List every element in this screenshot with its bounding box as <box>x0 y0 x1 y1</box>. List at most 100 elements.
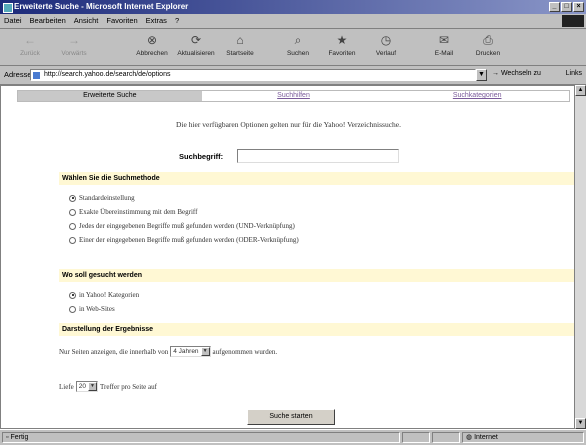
count-prefix: Liefe <box>59 382 74 391</box>
search-input[interactable] <box>237 149 399 163</box>
age-select[interactable]: 4 Jahren ▼ <box>170 346 211 357</box>
radio-option[interactable]: in Yahoo! Kategorien <box>69 291 139 299</box>
intro-text: Die hier verfügbaren Optionen gelten nur… <box>176 120 401 129</box>
menu-item[interactable]: Extras <box>146 16 167 25</box>
toolbar-button[interactable]: ◷ Verlauf <box>364 31 408 63</box>
radio-button[interactable] <box>69 291 76 299</box>
window-title: Erweiterte Suche - Microsoft Internet Ex… <box>14 2 189 11</box>
refresh-icon: ⟳ <box>190 33 202 47</box>
vertical-scrollbar[interactable]: ▲ ▼ <box>575 85 586 429</box>
toolbar-button-label: Aktualisieren <box>177 50 215 57</box>
menu-item[interactable]: Bearbeiten <box>30 16 66 25</box>
tab[interactable]: Suchhilfen <box>202 91 386 101</box>
radio-option[interactable]: Exakte Übereinstimmung mit dem Begriff <box>69 208 197 216</box>
toolbar-button[interactable]: ⌂ Startseite <box>218 31 262 63</box>
radio-label: Einer der eingegebenen Begriffe muß gefu… <box>79 236 299 244</box>
toolbar: ← Zurück → Vorwärts ⊗ Abbrechen ⟳ Aktualisieren… <box>0 29 586 66</box>
status-cell <box>402 432 430 443</box>
windows-logo-icon <box>562 15 584 27</box>
age-prefix: Nur Seiten anzeigen, die innerhalb von <box>59 347 169 356</box>
toolbar-button[interactable]: ⌕ Suchen <box>276 31 320 63</box>
stop-icon: ⊗ <box>146 33 158 47</box>
toolbar-button[interactable]: ⟳ Aktualisieren <box>174 31 218 63</box>
tab-bar: Erweiterte Suche Suchhilfen Suchkategorien <box>17 90 570 102</box>
radio-option[interactable]: Jedes der eingegebenen Begriffe muß gefu… <box>69 222 295 230</box>
toolbar-button-label: Vorwärts <box>61 50 87 57</box>
radio-option[interactable]: Einer der eingegebenen Begriffe muß gefu… <box>69 236 299 244</box>
mail-icon: ✉ <box>438 33 450 47</box>
window-controls: _ □ × <box>549 2 584 12</box>
status-zone: ◍ Internet <box>462 432 584 443</box>
maximize-icon[interactable]: □ <box>561 2 572 12</box>
count-select-value: 20 <box>78 383 86 390</box>
section-display-heading: Darstellung der Ergebnisse <box>59 323 574 336</box>
tab[interactable]: Erweiterte Suche <box>18 91 202 101</box>
count-select[interactable]: 20 ▼ <box>75 381 98 392</box>
toolbar-button-label: Startseite <box>226 50 254 57</box>
section-method-heading: Wählen Sie die Suchmethode <box>59 172 574 185</box>
radio-option[interactable]: Standardeinstellung <box>69 194 135 202</box>
toolbar-button[interactable]: ⎙ Drucken <box>466 31 510 63</box>
menu-item[interactable]: Ansicht <box>74 16 99 25</box>
toolbar-button-label: Drucken <box>475 50 501 57</box>
radio-option[interactable]: in Web-Sites <box>69 305 115 313</box>
address-url: http://search.yahoo.de/search/de/options <box>44 71 171 78</box>
chevron-down-icon: ▼ <box>200 347 210 356</box>
toolbar-button-label: Verlauf <box>375 50 397 57</box>
address-dropdown-icon[interactable]: ▼ <box>476 69 487 81</box>
radio-label: Jedes der eingegebenen Begriffe muß gefu… <box>79 222 295 230</box>
status-bar: ▫ Fertig ◍ Internet <box>0 429 586 445</box>
toolbar-button-label: E-Mail <box>434 50 454 57</box>
radio-button[interactable] <box>69 305 76 313</box>
back-arrow-icon: ← <box>24 33 36 47</box>
ie-app-icon <box>3 3 13 13</box>
age-suffix: aufgenommen wurden. <box>212 347 278 356</box>
toolbar-button[interactable]: → Vorwärts <box>52 31 96 63</box>
toolbar-button-label: Zurück <box>20 50 40 57</box>
page-content: Erweiterte Suche Suchhilfen Suchkategorien… <box>0 85 575 429</box>
status-text: ▫ Fertig <box>2 432 400 443</box>
scroll-up-icon[interactable]: ▲ <box>575 85 586 96</box>
chevron-down-icon: ▼ <box>88 382 97 391</box>
status-cell <box>432 432 460 443</box>
toolbar-button-label: Abbrechen <box>136 50 168 57</box>
count-suffix: Treffer pro Seite auf <box>100 382 157 391</box>
forward-arrow-icon: → <box>68 33 80 47</box>
age-select-value: 4 Jahren <box>173 348 199 355</box>
radio-button[interactable] <box>69 222 76 230</box>
radio-button[interactable] <box>69 208 76 216</box>
radio-label: in Web-Sites <box>79 305 115 313</box>
menu-bar: Datei Bearbeiten Ansicht Favoriten Extras? <box>0 14 586 29</box>
radio-label: in Yahoo! Kategorien <box>79 291 140 299</box>
address-input[interactable]: http://search.yahoo.de/search/de/options <box>30 69 476 81</box>
results-count-row: Liefe 20 ▼ Treffer pro Seite auf <box>59 381 157 392</box>
status-page-icon: ▫ <box>6 434 9 441</box>
tab[interactable]: Suchkategorien <box>385 91 569 101</box>
go-button[interactable]: → Wechseln zu <box>492 70 541 77</box>
toolbar-button[interactable]: ← Zurück <box>8 31 52 63</box>
search-label: Suchbegriff: <box>179 152 224 161</box>
radio-button[interactable] <box>69 194 76 202</box>
title-bar: Erweiterte Suche - Microsoft Internet Ex… <box>0 0 586 14</box>
section-where-heading: Wo soll gesucht werden <box>59 269 574 282</box>
minimize-icon[interactable]: _ <box>549 2 560 12</box>
globe-icon: ◍ <box>466 434 473 441</box>
toolbar-button-label: Suchen <box>286 50 310 57</box>
toolbar-button[interactable]: ★ Favoriten <box>320 31 364 63</box>
search-icon: ⌕ <box>294 33 302 47</box>
menu-item[interactable]: Datei <box>4 16 22 25</box>
address-bar: Adresse http://search.yahoo.de/search/de… <box>0 66 586 85</box>
start-search-button[interactable]: Suche starten <box>247 409 335 425</box>
toolbar-button[interactable]: ✉ E-Mail <box>422 31 466 63</box>
print-icon: ⎙ <box>483 33 493 47</box>
radio-button[interactable] <box>69 236 76 244</box>
menu-item[interactable]: Favoriten <box>106 16 137 25</box>
close-icon[interactable]: × <box>573 2 584 12</box>
toolbar-button[interactable]: ⊗ Abbrechen <box>130 31 174 63</box>
radio-label: Exakte Übereinstimmung mit dem Begriff <box>79 208 198 216</box>
links-button[interactable]: Links <box>566 70 582 77</box>
radio-label: Standardeinstellung <box>79 194 135 202</box>
favorites-icon: ★ <box>336 33 348 47</box>
menu-item[interactable]: ? <box>175 16 179 25</box>
scroll-down-icon[interactable]: ▼ <box>575 418 586 429</box>
